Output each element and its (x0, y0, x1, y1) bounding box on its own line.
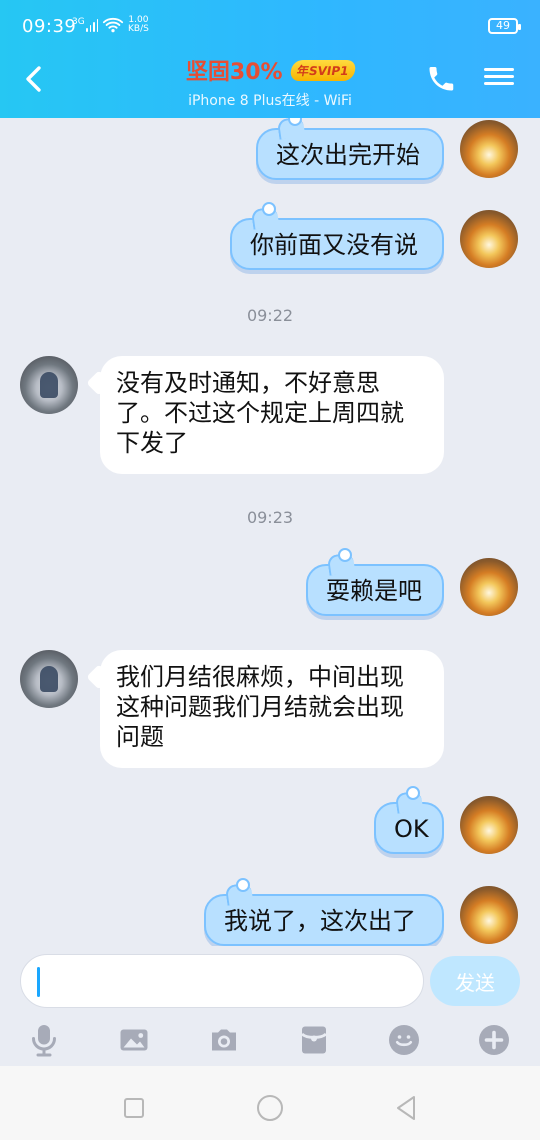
message-line: 这种问题我们月结就会出现 (116, 693, 404, 721)
home-icon (257, 1095, 283, 1121)
message-text: 你前面又没有说 (250, 231, 418, 259)
outgoing-message[interactable]: 耍赖是吧 (306, 548, 444, 616)
contact-avatar[interactable] (20, 650, 78, 708)
network-speed: 1.00 KB/S (128, 16, 149, 34)
send-button[interactable]: 发送 (430, 956, 520, 1006)
recent-apps-icon (124, 1098, 144, 1118)
my-avatar[interactable] (460, 210, 518, 268)
battery-level: 49 (496, 19, 510, 32)
red-envelope-button[interactable] (292, 1018, 336, 1062)
menu-icon (484, 68, 514, 85)
message-line: 下发了 (116, 429, 188, 457)
battery-indicator: 49 (488, 18, 521, 34)
back-button[interactable] (18, 60, 48, 98)
timestamp: 09:22 (246, 306, 294, 325)
message-text: 这次出完开始 (276, 141, 420, 169)
voice-button[interactable] (22, 1018, 66, 1062)
message-text: 我说了，这次出了 (224, 907, 416, 935)
outgoing-message[interactable]: OK (374, 786, 444, 854)
recent-apps-button[interactable] (114, 1088, 154, 1128)
my-avatar[interactable] (460, 120, 518, 178)
menu-button[interactable] (484, 64, 514, 94)
microphone-icon (32, 1025, 56, 1057)
vip-badge: 年SVIP1 (288, 59, 356, 81)
header: 09:39 3G 1.00 KB/S 49 坚固30% 年SVIP1 iPhon… (0, 0, 540, 118)
status-bar: 09:39 3G 1.00 KB/S 49 (0, 0, 540, 54)
outgoing-message[interactable]: 我说了，这次出了 (204, 878, 444, 946)
chat-area[interactable]: 这次出完开始 你前面又没有说 09:22 没有及时通知，不好意思 了。不过这个规… (0, 118, 540, 946)
outgoing-message[interactable]: 你前面又没有说 (230, 202, 444, 270)
network-type: 3G (72, 17, 85, 27)
phone-icon (429, 67, 454, 91)
signal-icon (86, 18, 98, 32)
message-line: 我们月结很麻烦，中间出现 (116, 663, 404, 691)
toolbar (0, 1018, 540, 1064)
image-icon (120, 1029, 148, 1051)
incoming-message[interactable]: 没有及时通知，不好意思 了。不过这个规定上周四就 下发了 (100, 356, 444, 474)
chevron-left-icon (26, 66, 41, 92)
network-speed-unit: KB/S (128, 24, 149, 34)
red-envelope-icon (300, 1026, 328, 1054)
camera-icon (212, 1029, 236, 1051)
message-input[interactable] (20, 954, 424, 1008)
my-avatar[interactable] (460, 558, 518, 616)
my-avatar[interactable] (460, 886, 518, 944)
composer: 发送 (0, 946, 540, 1066)
chat-title-area[interactable]: 坚固30% 年SVIP1 iPhone 8 Plus在线 - WiFi (120, 54, 420, 110)
back-nav-button[interactable] (386, 1088, 426, 1128)
plus-icon (479, 1025, 509, 1055)
emoji-icon (389, 1025, 419, 1055)
wifi-icon (102, 16, 124, 34)
home-button[interactable] (250, 1088, 290, 1128)
image-button[interactable] (112, 1018, 156, 1062)
online-status: iPhone 8 Plus在线 - WiFi (188, 93, 352, 109)
my-avatar[interactable] (460, 796, 518, 854)
contact-name: 坚固30% (185, 60, 283, 85)
system-navigation-bar (0, 1066, 540, 1140)
camera-button[interactable] (202, 1018, 246, 1062)
back-icon (397, 1096, 415, 1120)
call-button[interactable] (426, 64, 456, 94)
more-button[interactable] (472, 1018, 516, 1062)
message-text: 耍赖是吧 (326, 577, 422, 605)
text-caret (37, 967, 40, 997)
status-time: 09:39 (22, 16, 77, 37)
emoji-button[interactable] (382, 1018, 426, 1062)
contact-avatar[interactable] (20, 356, 78, 414)
incoming-message[interactable]: 我们月结很麻烦，中间出现 这种问题我们月结就会出现 问题 (100, 650, 444, 768)
timestamp: 09:23 (246, 508, 294, 527)
message-line: 没有及时通知，不好意思 (116, 369, 380, 397)
message-line: 问题 (116, 723, 164, 751)
message-text: OK (394, 815, 429, 843)
message-line: 了。不过这个规定上周四就 (116, 399, 404, 427)
outgoing-message[interactable]: 这次出完开始 (256, 118, 444, 180)
